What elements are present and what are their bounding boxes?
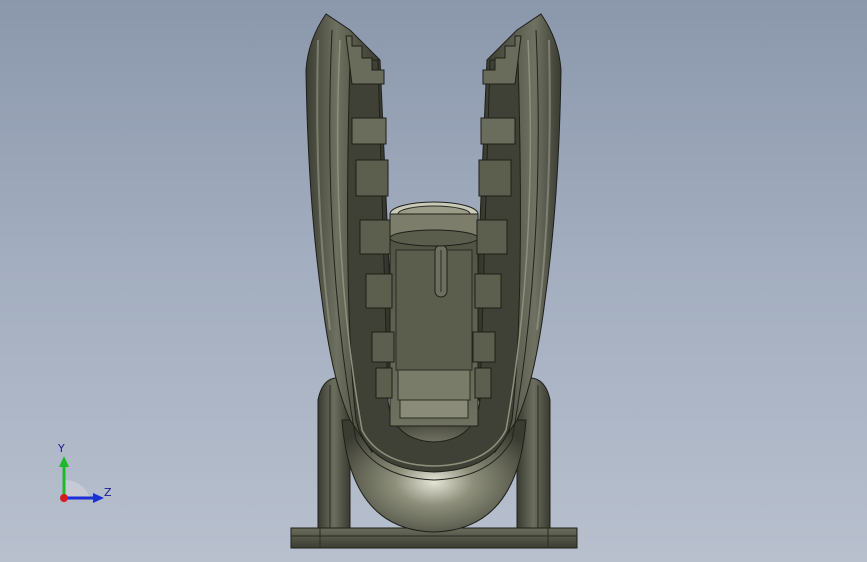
top-ring bbox=[389, 201, 479, 247]
center-cavity bbox=[389, 235, 479, 427]
graphics-viewport[interactable]: Y Z bbox=[0, 0, 867, 562]
y-axis-label: Y bbox=[58, 442, 65, 455]
3d-model-view[interactable] bbox=[0, 0, 867, 562]
z-axis-label: Z bbox=[104, 486, 112, 499]
view-orientation-triad: Y Z bbox=[40, 440, 130, 520]
triad-icon bbox=[59, 456, 104, 503]
